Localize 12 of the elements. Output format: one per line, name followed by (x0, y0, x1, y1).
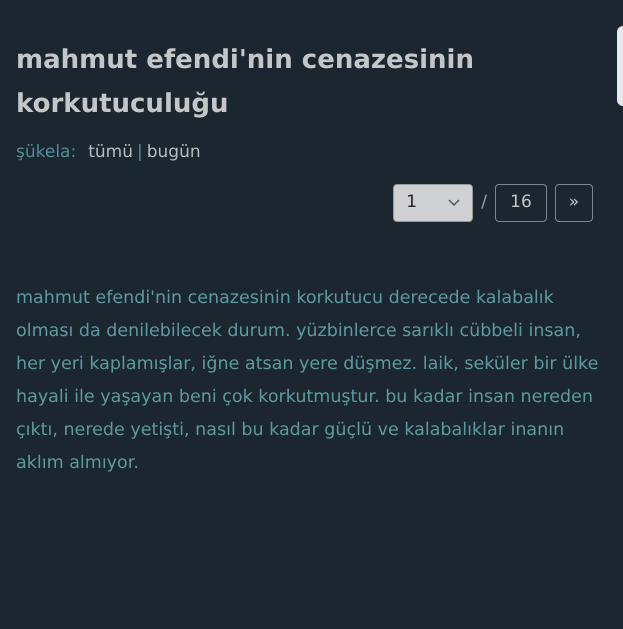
topic-title: mahmut efendi'nin cenazesinin korkutuculuğu (16, 44, 475, 121)
last-page-button[interactable]: 16 (495, 184, 547, 222)
next-page-button[interactable]: » (555, 184, 593, 222)
page-select[interactable]: 1 (393, 184, 474, 222)
separator: | (136, 141, 143, 164)
scrollbar-thumb[interactable] (617, 26, 623, 106)
filter-link[interactable]: tümü (88, 140, 133, 166)
filter-label: şükela: (16, 141, 76, 164)
page-separator: / (481, 190, 487, 214)
entry-text: mahmut efendi'nin cenazesinin korkutucu derecede kalabalık olması da denilebilecek durum. yüzbinlerce sarıklı cübbeli insan, her yeri kaplamışlar, iğne atsan yere düşmez. laik, seküler bir ülke hayali ile yaşayan beni çok korkutmuştur. bu kadar insan nereden çıktı, nerede yetişti, nasıl bu kadar güçlü ve kalabalıklar inanın aklım almıyor. (16, 286, 600, 474)
chevron-down-icon (448, 198, 460, 206)
filter-link[interactable]: bugün (146, 140, 201, 166)
